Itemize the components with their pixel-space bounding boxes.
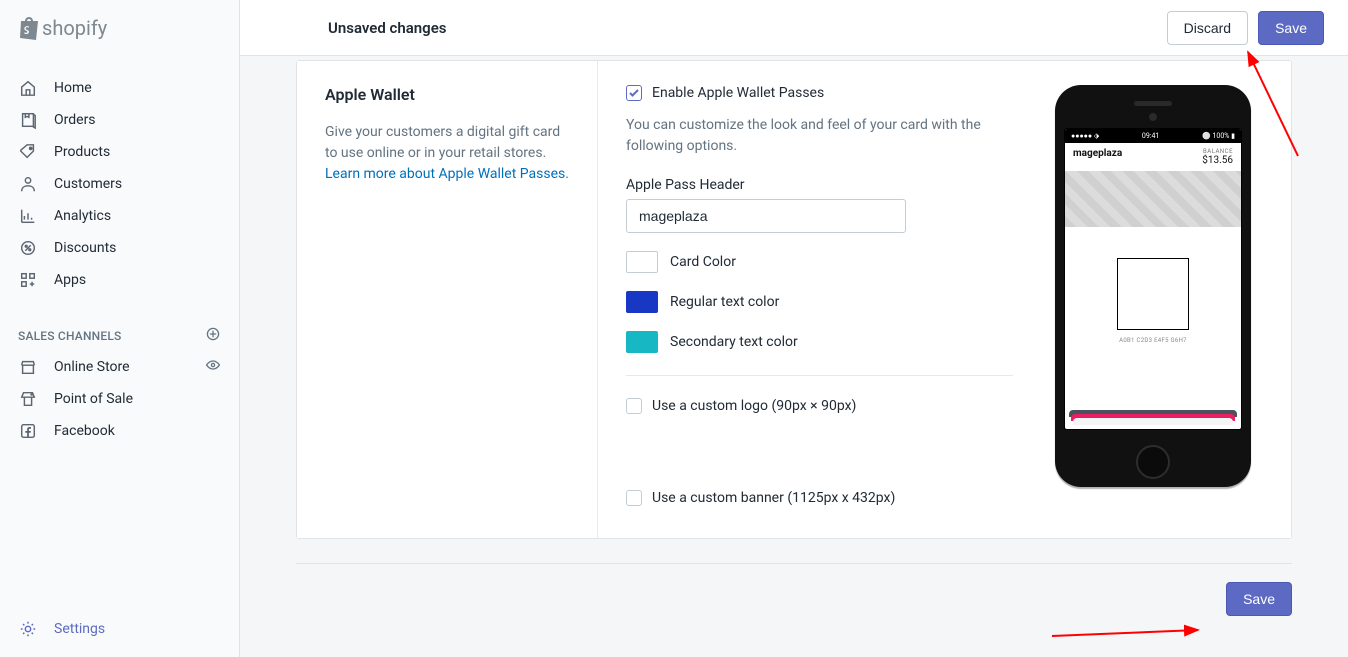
channel-label: Online Store [54,359,205,375]
apps-icon [18,270,38,290]
nav-discounts[interactable]: Discounts [0,232,239,264]
enable-checkbox[interactable] [626,85,642,101]
gear-icon [18,619,38,639]
swatch-label: Card Color [670,254,736,270]
home-icon [18,78,38,98]
qr-code-icon [1114,255,1192,333]
channel-point-of-sale[interactable]: Point of Sale [0,383,239,415]
pos-icon [18,389,38,409]
nav-label: Orders [54,112,96,128]
topbar-title: Unsaved changes [328,19,447,37]
phone-screen: ●●●●● ⬗ 09:41 ⚪ 100% ▮ mageplaza BALANCE… [1065,129,1241,429]
nav-orders[interactable]: Orders [0,104,239,136]
view-store-icon[interactable] [205,357,221,377]
status-left: ●●●●● ⬗ [1071,132,1099,140]
settings-label: Settings [54,621,105,637]
color-swatch[interactable] [626,291,658,313]
swatch-label: Secondary text color [670,334,798,350]
nav-label: Discounts [54,240,116,256]
person-icon [18,174,38,194]
topbar: Unsaved changes Discard Save [240,0,1348,56]
status-right: ⚪ 100% ▮ [1202,132,1235,140]
phone-mockup: ●●●●● ⬗ 09:41 ⚪ 100% ▮ mageplaza BALANCE… [1055,85,1251,487]
pass-banner [1065,171,1241,227]
phone-home-button-icon [1136,445,1170,479]
help-text: You can customize the look and feel of y… [626,115,1013,157]
divider [626,375,1013,376]
pass-balance: BALANCE $13.56 [1202,148,1233,166]
footer-actions: Save [296,582,1292,626]
swatch-card-color: Card Color [626,251,1013,273]
brand-text: shopify [42,16,107,40]
custom-banner-label: Use a custom banner (1125px x 432px) [652,490,895,506]
color-swatch[interactable] [626,251,658,273]
nav-apps[interactable]: Apps [0,264,239,296]
nav-label: Apps [54,272,86,288]
swatch-secondary-text: Secondary text color [626,331,1013,353]
section-description: Give your customers a digital gift card … [325,122,573,164]
nav-products[interactable]: Products [0,136,239,168]
learn-more-link[interactable]: Learn more about Apple Wallet Passes. [325,166,569,182]
sidebar-footer: Settings [0,603,239,657]
nav-label: Analytics [54,208,111,224]
custom-logo-row: Use a custom logo (90px × 90px) [626,398,1013,414]
store-icon [18,357,38,377]
pass-body: A0B1 C2D3 E4F5 G6H7 [1065,227,1241,352]
section-title: SALES CHANNELS [18,329,122,343]
channel-facebook[interactable]: Facebook [0,415,239,447]
orders-icon [18,110,38,130]
pass-header: mageplaza BALANCE $13.56 [1065,143,1241,171]
shopify-bag-icon [18,16,38,40]
balance-label: BALANCE [1202,148,1233,155]
analytics-icon [18,206,38,226]
apple-wallet-card: Apple Wallet Give your customers a digit… [296,60,1292,539]
nav-label: Products [54,144,110,160]
phone-status-bar: ●●●●● ⬗ 09:41 ⚪ 100% ▮ [1065,129,1241,143]
custom-banner-row: Use a custom banner (1125px x 432px) [626,490,1013,506]
channel-online-store[interactable]: Online Store [0,351,239,383]
facebook-icon [18,421,38,441]
section-title: Apple Wallet [325,85,573,104]
header-field-label: Apple Pass Header [626,177,1013,193]
sidebar: shopify Home Orders Products Customers [0,0,240,657]
custom-logo-label: Use a custom logo (90px × 90px) [652,398,856,414]
main: Apple Wallet Give your customers a digit… [240,56,1348,657]
pass-brand: mageplaza [1073,148,1122,166]
custom-banner-checkbox[interactable] [626,490,642,506]
wallet-stack [1065,409,1241,429]
discard-button[interactable]: Discard [1167,11,1248,45]
card-body: Enable Apple Wallet Passes You can custo… [597,61,1291,538]
sales-channels-header: SALES CHANNELS [0,320,239,351]
nav-home[interactable]: Home [0,72,239,104]
nav-label: Home [54,80,92,96]
nav-settings[interactable]: Settings [18,619,221,639]
save-button[interactable]: Save [1258,11,1324,45]
header-input[interactable] [626,199,906,233]
swatch-label: Regular text color [670,294,779,310]
enable-row: Enable Apple Wallet Passes [626,85,1013,101]
nav-label: Customers [54,176,122,192]
nav-customers[interactable]: Customers [0,168,239,200]
footer-separator [296,563,1292,564]
status-time: 09:41 [1142,132,1159,140]
footer-save-button[interactable]: Save [1226,582,1292,616]
color-swatch[interactable] [626,331,658,353]
primary-nav: Home Orders Products Customers Analytics [0,56,239,447]
form-column: Enable Apple Wallet Passes You can custo… [626,85,1043,512]
custom-logo-checkbox[interactable] [626,398,642,414]
channel-label: Point of Sale [54,391,221,407]
preview-column: ●●●●● ⬗ 09:41 ⚪ 100% ▮ mageplaza BALANCE… [1043,85,1263,512]
topbar-actions: Discard Save [1167,11,1324,45]
enable-label: Enable Apple Wallet Passes [652,85,824,101]
brand-logo[interactable]: shopify [0,0,239,56]
swatch-regular-text: Regular text color [626,291,1013,313]
nav-analytics[interactable]: Analytics [0,200,239,232]
tag-icon [18,142,38,162]
discount-icon [18,238,38,258]
add-channel-icon[interactable] [205,326,221,345]
qr-caption: A0B1 C2D3 E4F5 G6H7 [1119,337,1187,344]
card-summary: Apple Wallet Give your customers a digit… [297,61,597,538]
balance-value: $13.56 [1202,155,1233,166]
channel-label: Facebook [54,423,221,439]
